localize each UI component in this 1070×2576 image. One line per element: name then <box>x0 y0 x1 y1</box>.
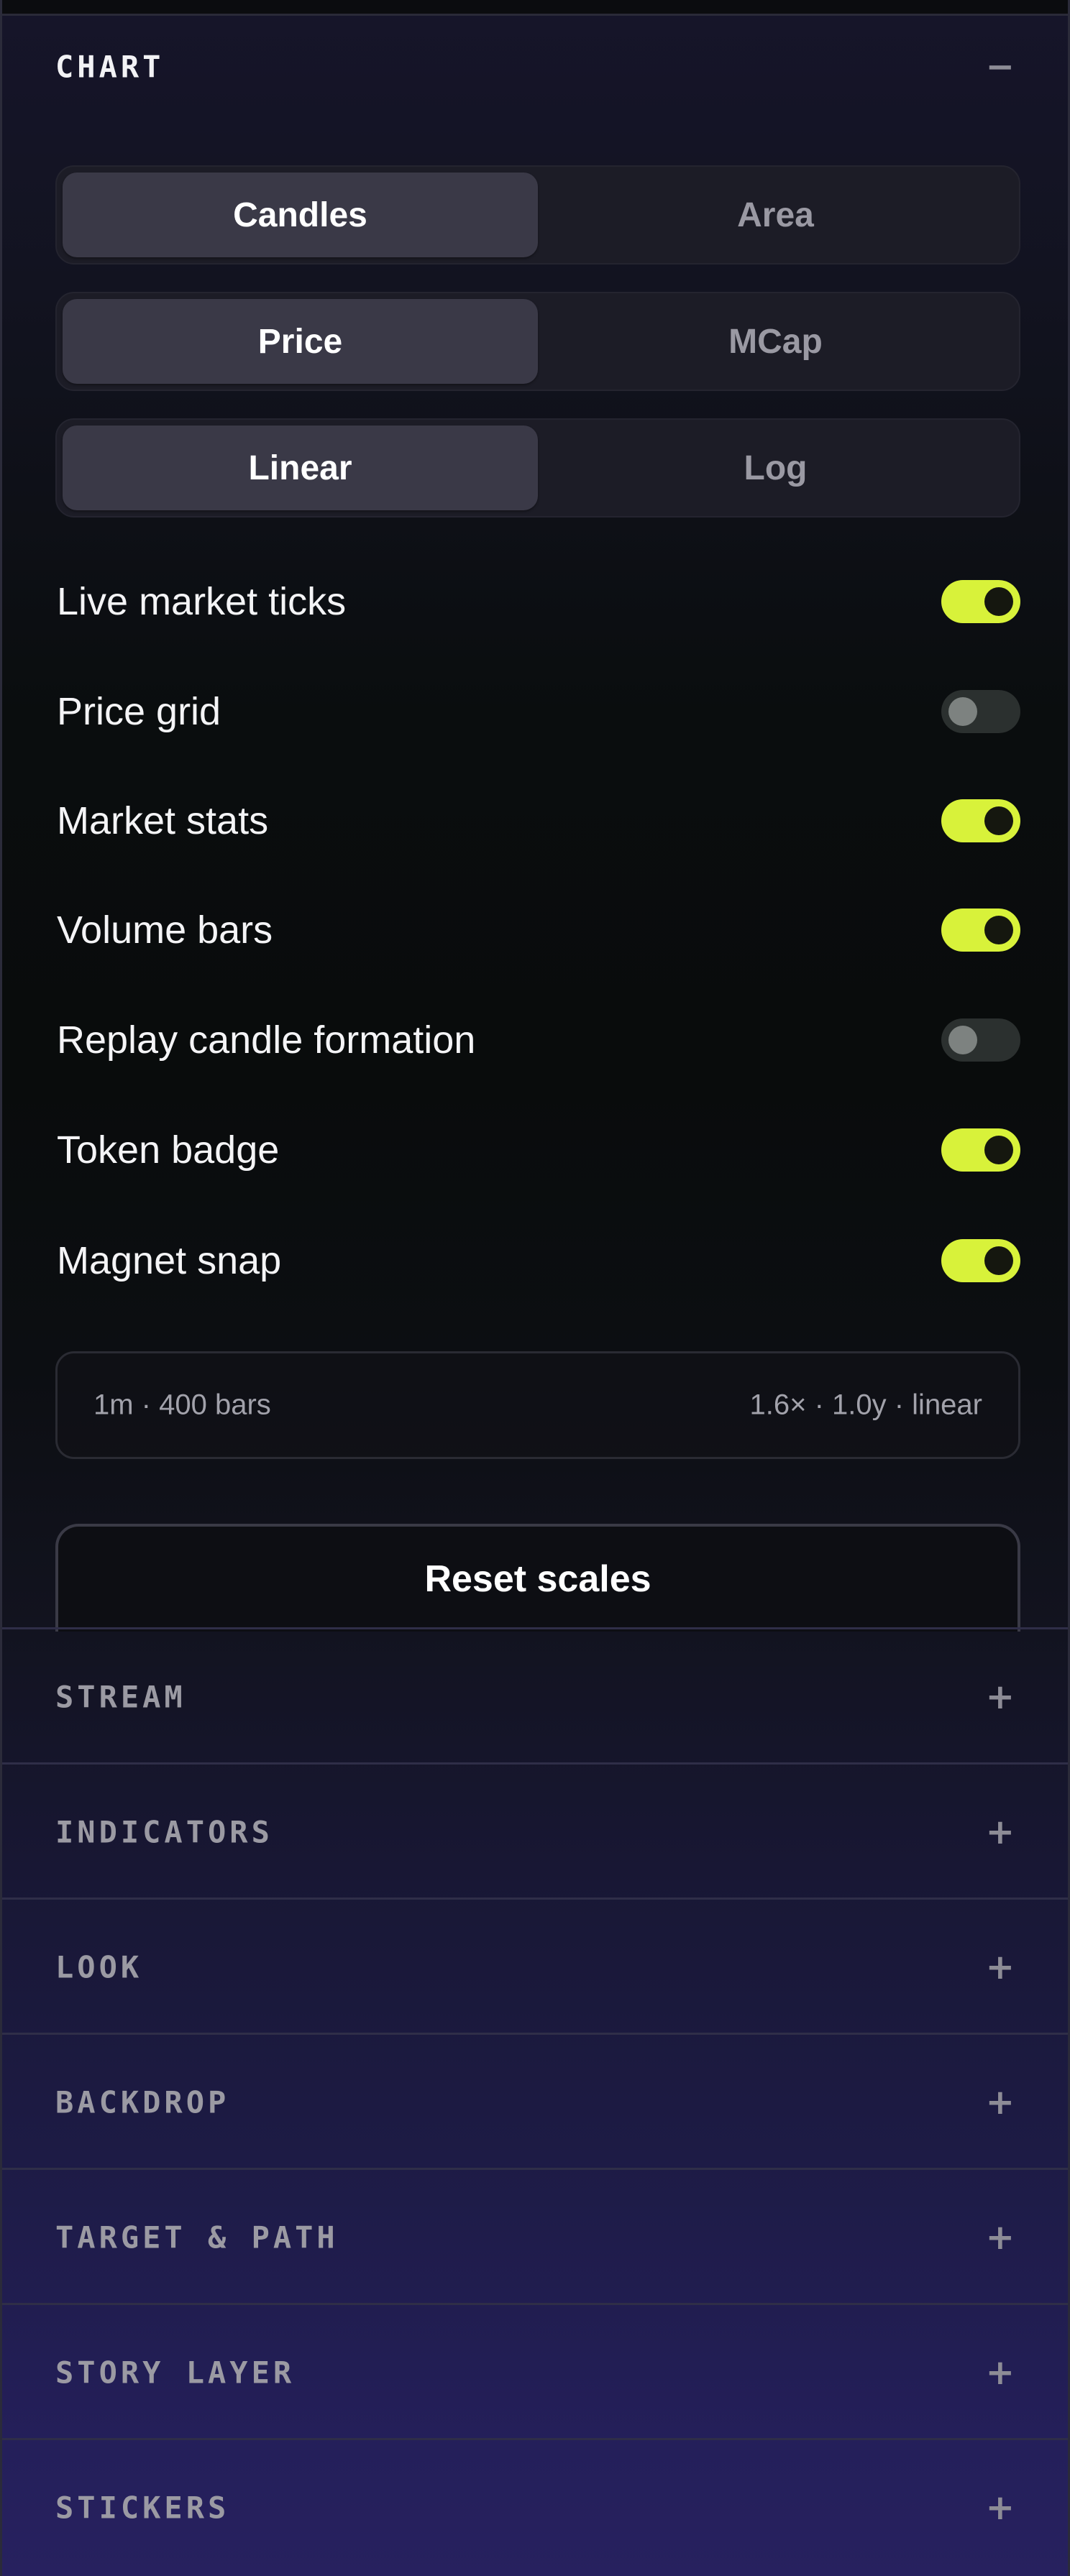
chart-info-readout: 1m · 400 bars 1.6× · 1.0y · linear <box>55 1351 1020 1459</box>
section-title-stream: STREAM <box>55 1679 186 1715</box>
token-badge-switch[interactable] <box>941 1128 1020 1172</box>
plus-icon[interactable]: + <box>986 1680 1015 1714</box>
toggle-label: Magnet snap <box>57 1239 282 1282</box>
magnet-snap-switch[interactable] <box>941 1239 1020 1282</box>
scale-readout: 1.6× · 1.0y · linear <box>749 1389 983 1421</box>
price-grid-switch[interactable] <box>941 690 1020 733</box>
timeframe-bars-readout: 1m · 400 bars <box>93 1389 271 1421</box>
switch-knob <box>984 1246 1013 1275</box>
section-title-target-path: TARGET & PATH <box>55 2220 339 2255</box>
toggle-row-live-market-ticks[interactable]: Live market ticks <box>55 569 1020 634</box>
section-title-backdrop: BACKDROP <box>55 2084 230 2120</box>
segment-candles[interactable]: Candles <box>63 172 538 257</box>
reset-scales-button[interactable]: Reset scales <box>55 1524 1020 1632</box>
toggle-label: Token badge <box>57 1128 280 1172</box>
minus-icon[interactable]: − <box>986 50 1015 84</box>
section-header-indicators[interactable]: INDICATORS + <box>2 1765 1068 1900</box>
plus-icon[interactable]: + <box>986 2490 1015 2525</box>
volume-bars-switch[interactable] <box>941 908 1020 952</box>
section-header-backdrop[interactable]: BACKDROP + <box>2 2035 1068 2170</box>
section-header-stream[interactable]: STREAM + <box>2 1629 1068 1765</box>
section-header-target-path[interactable]: TARGET & PATH + <box>2 2170 1068 2305</box>
toggle-row-volume-bars[interactable]: Volume bars <box>55 898 1020 962</box>
switch-knob <box>984 806 1013 835</box>
section-title-chart: CHART <box>55 49 165 84</box>
segment-linear[interactable]: Linear <box>63 426 538 510</box>
toggle-label: Volume bars <box>57 908 273 952</box>
scale-type-segmented: Linear Log <box>55 418 1020 518</box>
toggle-label: Replay candle formation <box>57 1018 476 1062</box>
live-market-ticks-switch[interactable] <box>941 580 1020 623</box>
section-title-stickers: STICKERS <box>55 2490 230 2526</box>
section-header-story-layer[interactable]: STORY LAYER + <box>2 2305 1068 2440</box>
section-header-look[interactable]: LOOK + <box>2 1900 1068 2035</box>
toggle-label: Market stats <box>57 799 269 842</box>
settings-panel: CHART − Candles Area Price MCap Linear L… <box>0 0 1070 2576</box>
plus-icon[interactable]: + <box>986 1950 1015 1984</box>
plus-icon[interactable]: + <box>986 1815 1015 1849</box>
plus-icon[interactable]: + <box>986 2220 1015 2255</box>
value-type-segmented: Price MCap <box>55 292 1020 391</box>
segment-log[interactable]: Log <box>538 426 1013 510</box>
switch-knob <box>984 916 1013 944</box>
plus-icon[interactable]: + <box>986 2355 1015 2390</box>
segment-area[interactable]: Area <box>538 172 1013 257</box>
toggle-row-market-stats[interactable]: Market stats <box>55 788 1020 853</box>
toggle-label: Price grid <box>57 690 221 733</box>
chart-type-segmented: Candles Area <box>55 165 1020 264</box>
toggle-row-magnet-snap[interactable]: Magnet snap <box>55 1228 1020 1293</box>
switch-knob <box>948 697 977 726</box>
toggle-row-replay-candle-formation[interactable]: Replay candle formation <box>55 1008 1020 1072</box>
plus-icon[interactable]: + <box>986 2085 1015 2120</box>
segment-price[interactable]: Price <box>63 299 538 384</box>
switch-knob <box>984 1136 1013 1164</box>
market-stats-switch[interactable] <box>941 799 1020 842</box>
switch-knob <box>948 1026 977 1054</box>
section-header-stickers[interactable]: STICKERS + <box>2 2440 1068 2575</box>
section-title-look: LOOK <box>55 1949 143 1985</box>
segment-mcap[interactable]: MCap <box>538 299 1013 384</box>
switch-knob <box>984 587 1013 616</box>
section-title-story-layer: STORY LAYER <box>55 2355 296 2391</box>
replay-candle-formation-switch[interactable] <box>941 1018 1020 1062</box>
toggle-row-token-badge[interactable]: Token badge <box>55 1118 1020 1182</box>
toggle-row-price-grid[interactable]: Price grid <box>55 679 1020 744</box>
section-header-chart[interactable]: CHART − <box>2 0 1068 133</box>
toggle-label: Live market ticks <box>57 580 347 623</box>
section-title-indicators: INDICATORS <box>55 1814 273 1850</box>
